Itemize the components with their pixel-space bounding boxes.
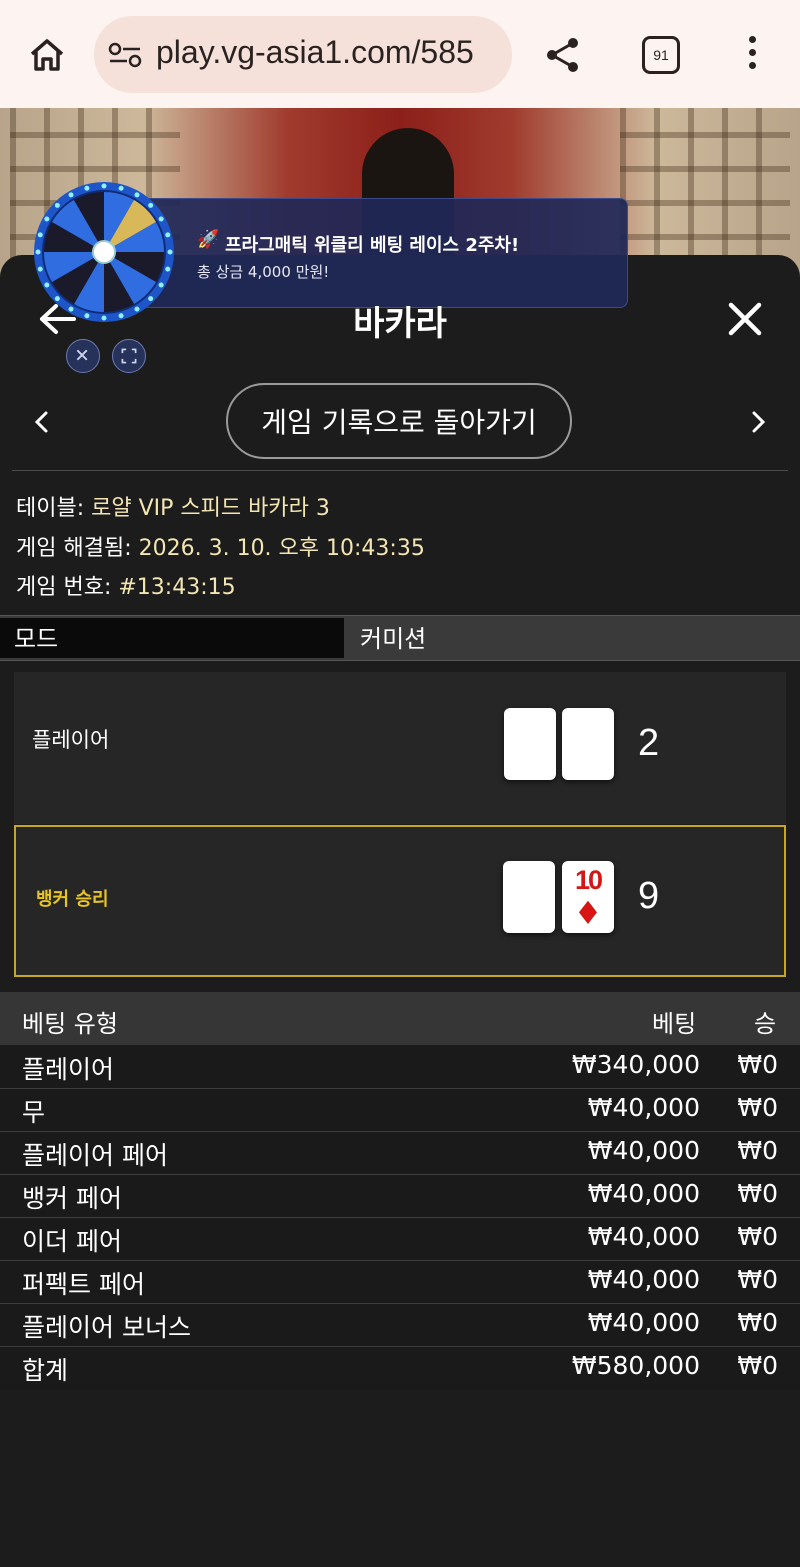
wheel-light	[158, 282, 164, 288]
bet-amount: ₩40,000	[587, 1136, 700, 1165]
bet-type: 플레이어 보너스	[22, 1313, 191, 1342]
table-row: 무 ₩40,000 ₩0	[0, 1089, 800, 1133]
home-icon[interactable]	[28, 36, 66, 74]
bet-amount-header: 베팅	[652, 1010, 697, 1038]
wheel-light	[165, 266, 171, 272]
win-amount: ₩0	[737, 1222, 778, 1251]
url-text: play.vg-asia1.com/585	[156, 34, 474, 70]
total-win: ₩0	[737, 1351, 778, 1380]
total-row: 합계 ₩580,000 ₩0	[0, 1347, 800, 1389]
game-number-info: 게임 번호: #13:43:15	[16, 569, 236, 601]
win-amount: ₩0	[737, 1136, 778, 1165]
win-amount: ₩0	[737, 1093, 778, 1122]
table-row: 플레이어 보너스 ₩40,000 ₩0	[0, 1304, 800, 1348]
table-row: 플레이어 페어 ₩40,000 ₩0	[0, 1132, 800, 1176]
bet-type-header: 베팅 유형	[22, 1010, 118, 1038]
bet-amount: ₩40,000	[587, 1265, 700, 1294]
win-amount: ₩0	[737, 1179, 778, 1208]
mode-label: 모드	[14, 625, 59, 653]
site-info-icon[interactable]	[108, 42, 142, 68]
next-game-icon[interactable]	[748, 408, 768, 436]
total-label: 합계	[22, 1356, 69, 1385]
back-to-history-button[interactable]: 게임 기록으로 돌아가기	[226, 383, 572, 459]
wheel-light	[44, 216, 50, 222]
bet-type: 무	[22, 1098, 46, 1127]
wheel-light	[35, 249, 41, 255]
bet-amount: ₩40,000	[587, 1179, 700, 1208]
close-icon[interactable]	[726, 300, 764, 338]
bet-amount: ₩40,000	[587, 1222, 700, 1251]
wheel-light	[165, 232, 171, 238]
previous-game-icon[interactable]	[32, 408, 52, 436]
bet-type: 뱅커 페어	[22, 1184, 122, 1213]
settled-value: 2026. 3. 10. 오후 10:43:35	[138, 536, 425, 561]
bet-type: 플레이어 페어	[22, 1141, 168, 1170]
game-number-value: #13:43:15	[118, 575, 236, 600]
panel-title: 바카라	[353, 304, 447, 344]
table-label: 테이블:	[16, 496, 85, 521]
wheel-light	[44, 282, 50, 288]
banker-card-1: 9 ♣	[503, 861, 555, 933]
wheel-light	[167, 249, 173, 255]
wheel-light	[54, 202, 60, 208]
player-card-2: J ♠	[562, 708, 614, 780]
share-icon[interactable]	[543, 35, 583, 75]
player-result-row: 플레이어 2 ♣ J ♠ 2	[14, 672, 786, 824]
banker-score: 9	[638, 875, 660, 917]
win-amount: ₩0	[737, 1265, 778, 1294]
bet-type: 이더 페어	[22, 1227, 122, 1256]
wheel-light	[101, 183, 107, 189]
win-amount: ₩0	[737, 1308, 778, 1337]
bet-amount: ₩40,000	[587, 1308, 700, 1337]
tab-switcher-button[interactable]: 91	[642, 36, 680, 74]
card-rank: 2	[521, 710, 539, 743]
wheel-light	[148, 202, 154, 208]
club-suit-icon: ♣	[514, 894, 544, 932]
diamond-suit-icon: ♦	[573, 894, 603, 932]
settled-label: 게임 해결됨:	[16, 536, 132, 561]
game-number-label: 게임 번호:	[16, 575, 112, 600]
wheel-light	[84, 185, 90, 191]
bet-amount: ₩40,000	[587, 1093, 700, 1122]
banker-card-2: 10 ♦	[562, 861, 614, 933]
wheel-light	[37, 266, 43, 272]
promo-title: 프라그매틱 위클리 베팅 레이스 2주차!	[225, 235, 520, 256]
card-rank: J	[579, 710, 597, 743]
wheel-light	[118, 185, 124, 191]
card-rank: 9	[520, 863, 538, 896]
promo-subtitle: 총 상금 4,000 만원!	[197, 263, 330, 281]
bet-type: 플레이어	[22, 1055, 115, 1084]
commission-label: 커미션	[360, 625, 427, 653]
promo-banner[interactable]: 🚀 프라그매틱 위클리 베팅 레이스 2주차! 총 상금 4,000 만원!	[140, 198, 628, 308]
table-value: 로얄 VIP 스피드 바카라 3	[91, 496, 330, 521]
settled-info: 게임 해결됨: 2026. 3. 10. 오후 10:43:35	[16, 530, 425, 562]
banker-win-label: 뱅커 승리	[36, 889, 109, 910]
table-row: 플레이어 ₩340,000 ₩0	[0, 1046, 800, 1090]
wheel-light	[37, 232, 43, 238]
bet-type: 퍼펙트 페어	[22, 1270, 145, 1299]
rocket-icon: 🚀	[197, 229, 220, 250]
player-card-1: 2 ♣	[504, 708, 556, 780]
browser-toolbar: play.vg-asia1.com/585 91	[0, 0, 800, 108]
more-menu-icon[interactable]	[744, 36, 760, 76]
table-info: 테이블: 로얄 VIP 스피드 바카라 3	[16, 490, 330, 522]
wheel-light	[68, 192, 74, 198]
win-amount: ₩0	[737, 1050, 778, 1079]
address-bar[interactable]: play.vg-asia1.com/585	[94, 16, 512, 93]
table-row: 퍼펙트 페어 ₩40,000 ₩0	[0, 1261, 800, 1305]
divider	[12, 470, 788, 471]
banker-result-row: 뱅커 승리 9 ♣ 10 ♦ 9	[14, 825, 786, 977]
wheel-light	[158, 216, 164, 222]
bet-amount: ₩340,000	[571, 1050, 700, 1079]
wheel-light	[134, 192, 140, 198]
player-score: 2	[638, 722, 660, 764]
player-label: 플레이어	[32, 728, 110, 752]
card-rank: 10	[574, 865, 603, 895]
club-suit-icon: ♣	[515, 741, 545, 779]
spade-suit-icon: ♠	[573, 741, 603, 779]
table-row: 뱅커 페어 ₩40,000 ₩0	[0, 1175, 800, 1219]
win-amount-header: 승	[754, 1010, 777, 1038]
total-bet: ₩580,000	[571, 1351, 700, 1380]
table-row: 이더 페어 ₩40,000 ₩0	[0, 1218, 800, 1262]
